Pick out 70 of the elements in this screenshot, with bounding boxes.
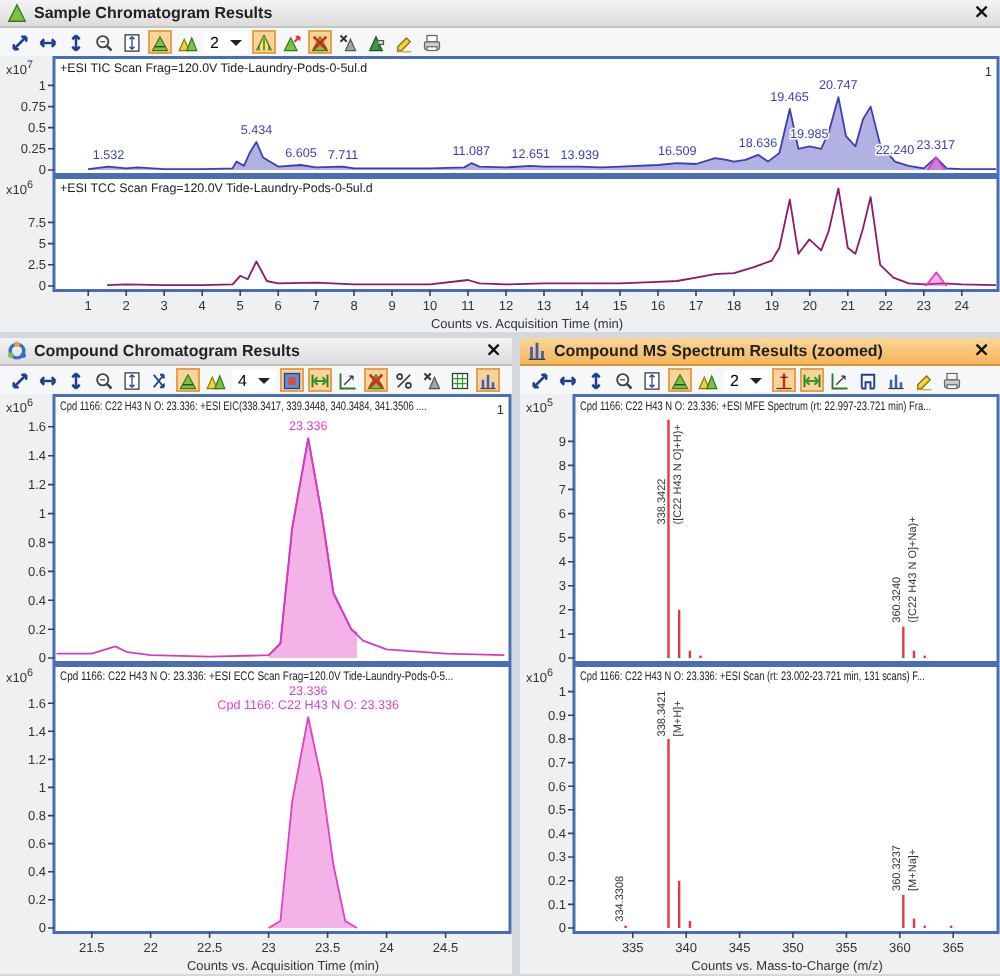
toolbar-button[interactable] bbox=[120, 368, 144, 392]
bar-chart-icon bbox=[478, 369, 498, 391]
toolbar-button[interactable] bbox=[940, 368, 964, 392]
peak-icon bbox=[178, 369, 198, 391]
percent-icon bbox=[394, 369, 414, 391]
toolbar-button[interactable] bbox=[364, 30, 388, 54]
crossing-arrows-icon bbox=[150, 369, 170, 391]
ring-icon bbox=[6, 340, 28, 362]
panel-title: Compound MS Spectrum Results (zoomed) bbox=[554, 342, 885, 360]
count-dropdown[interactable]: 2 bbox=[204, 31, 248, 53]
axes-arrow-icon bbox=[830, 369, 850, 391]
marker-icon bbox=[394, 31, 414, 53]
toolbar-button[interactable] bbox=[448, 368, 472, 392]
vertical-arrows-icon bbox=[66, 31, 86, 53]
flag-peak-icon bbox=[366, 31, 386, 53]
toolbar-button[interactable] bbox=[120, 30, 144, 54]
toolbar-button[interactable] bbox=[612, 368, 636, 392]
peak-line-icon bbox=[774, 369, 794, 391]
panel-title: Compound Chromatogram Results bbox=[34, 342, 302, 360]
picture-frame-icon bbox=[282, 369, 302, 391]
peaks-icon bbox=[698, 369, 718, 391]
toolbar-button[interactable] bbox=[420, 30, 444, 54]
toolbar-button[interactable] bbox=[420, 368, 444, 392]
vertical-arrows-icon bbox=[66, 369, 86, 391]
caret-icon bbox=[230, 39, 242, 45]
toolbar-button[interactable] bbox=[280, 368, 304, 392]
bracket-icon bbox=[858, 369, 878, 391]
caret-icon bbox=[258, 377, 270, 383]
toolbar-button[interactable] bbox=[772, 368, 796, 392]
peak-bars-icon bbox=[254, 31, 274, 53]
toolbar-button[interactable] bbox=[528, 368, 552, 392]
bar-chart-icon bbox=[886, 369, 906, 391]
peak-cross-icon bbox=[422, 369, 442, 391]
diagonal-arrows-icon bbox=[530, 369, 550, 391]
axes-arrow-icon bbox=[338, 369, 358, 391]
close-button[interactable]: × bbox=[969, 3, 994, 23]
peaks-icon bbox=[206, 369, 226, 391]
panel-title: Sample Chromatogram Results bbox=[34, 4, 275, 22]
toolbar-button[interactable] bbox=[8, 30, 32, 54]
y-axis-ticks bbox=[47, 84, 55, 171]
close-button[interactable]: × bbox=[969, 341, 994, 361]
toolbar-button[interactable] bbox=[8, 368, 32, 392]
diagonal-arrows-icon bbox=[10, 31, 30, 53]
peak-icon bbox=[670, 369, 690, 391]
range-arrows-icon bbox=[310, 369, 330, 391]
peak-arrow-icon bbox=[282, 31, 302, 53]
vertical-arrows-icon bbox=[586, 369, 606, 391]
peak-icon bbox=[6, 2, 28, 24]
close-button[interactable]: × bbox=[481, 341, 506, 361]
range-arrows-icon bbox=[802, 369, 822, 391]
y-axis-ticks bbox=[47, 221, 55, 287]
toolbar-button[interactable] bbox=[92, 368, 116, 392]
count-dropdown[interactable]: 2 bbox=[724, 369, 768, 391]
peak-area bbox=[924, 271, 948, 287]
crossed-peak-icon bbox=[366, 369, 386, 391]
marker-icon bbox=[914, 369, 934, 391]
toolbar-button[interactable] bbox=[336, 30, 360, 54]
toolbar-button[interactable] bbox=[856, 368, 880, 392]
peak-cross-icon bbox=[338, 31, 358, 53]
peak-icon bbox=[150, 31, 170, 53]
toolbar-button[interactable] bbox=[640, 368, 664, 392]
crossed-peak-icon bbox=[310, 31, 330, 53]
toolbar-button[interactable] bbox=[92, 30, 116, 54]
bar-chart-icon bbox=[526, 340, 548, 362]
count-dropdown[interactable]: 4 bbox=[232, 369, 276, 391]
diagonal-arrows-icon bbox=[10, 369, 30, 391]
toolbar-button[interactable] bbox=[476, 368, 500, 392]
peaks-icon bbox=[178, 31, 198, 53]
toolbar-button[interactable] bbox=[392, 368, 416, 392]
caret-icon bbox=[750, 377, 762, 383]
